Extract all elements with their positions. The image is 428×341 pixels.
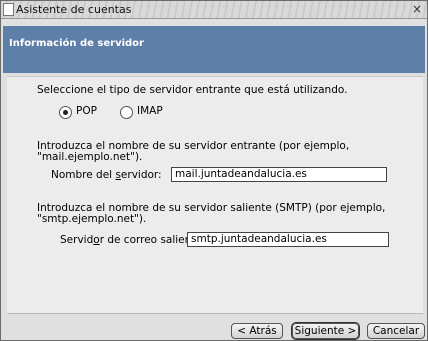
close-icon[interactable]: × bbox=[410, 2, 424, 16]
window-title: Asistente de cuentas bbox=[16, 3, 132, 16]
outgoing-server-label: Servidor de correo saliente: bbox=[60, 234, 205, 246]
outgoing-help-line2: "smtp.ejemplo.net"). bbox=[37, 213, 147, 225]
incoming-label-prefix: Nombre del bbox=[51, 169, 116, 181]
radio-selected-dot bbox=[63, 110, 68, 115]
window-app-icon bbox=[3, 3, 14, 16]
next-button[interactable]: Siguiente > bbox=[292, 323, 359, 339]
wizard-content: Seleccione el tipo de servidor entrante … bbox=[7, 76, 423, 313]
server-type-prompt: Seleccione el tipo de servidor entrante … bbox=[37, 84, 348, 96]
account-wizard-window: Asistente de cuentas × Información de se… bbox=[0, 0, 428, 341]
outgoing-server-input[interactable]: smtp.juntadeandalucia.es bbox=[187, 232, 389, 247]
title-bar[interactable]: Asistente de cuentas × bbox=[1, 1, 427, 19]
incoming-server-label: Nombre del servidor: bbox=[51, 169, 162, 181]
incoming-server-input[interactable]: mail.juntadeandalucia.es bbox=[171, 167, 387, 182]
page-title: Información de servidor bbox=[9, 38, 144, 49]
incoming-help-line2: "mail.ejemplo.net"). bbox=[37, 151, 143, 163]
incoming-label-suffix: ervidor: bbox=[120, 169, 162, 181]
outgoing-label-prefix: Servid bbox=[60, 234, 94, 246]
cancel-button[interactable]: Cancelar bbox=[367, 323, 425, 339]
radio-pop-label[interactable]: POP bbox=[76, 105, 97, 117]
radio-pop-indicator[interactable] bbox=[59, 106, 72, 119]
footer-divider bbox=[7, 313, 423, 314]
radio-imap-label[interactable]: IMAP bbox=[137, 105, 163, 117]
back-button[interactable]: < Atrás bbox=[231, 323, 283, 339]
radio-imap-indicator[interactable] bbox=[120, 106, 133, 119]
wizard-header: Información de servidor bbox=[3, 26, 425, 73]
